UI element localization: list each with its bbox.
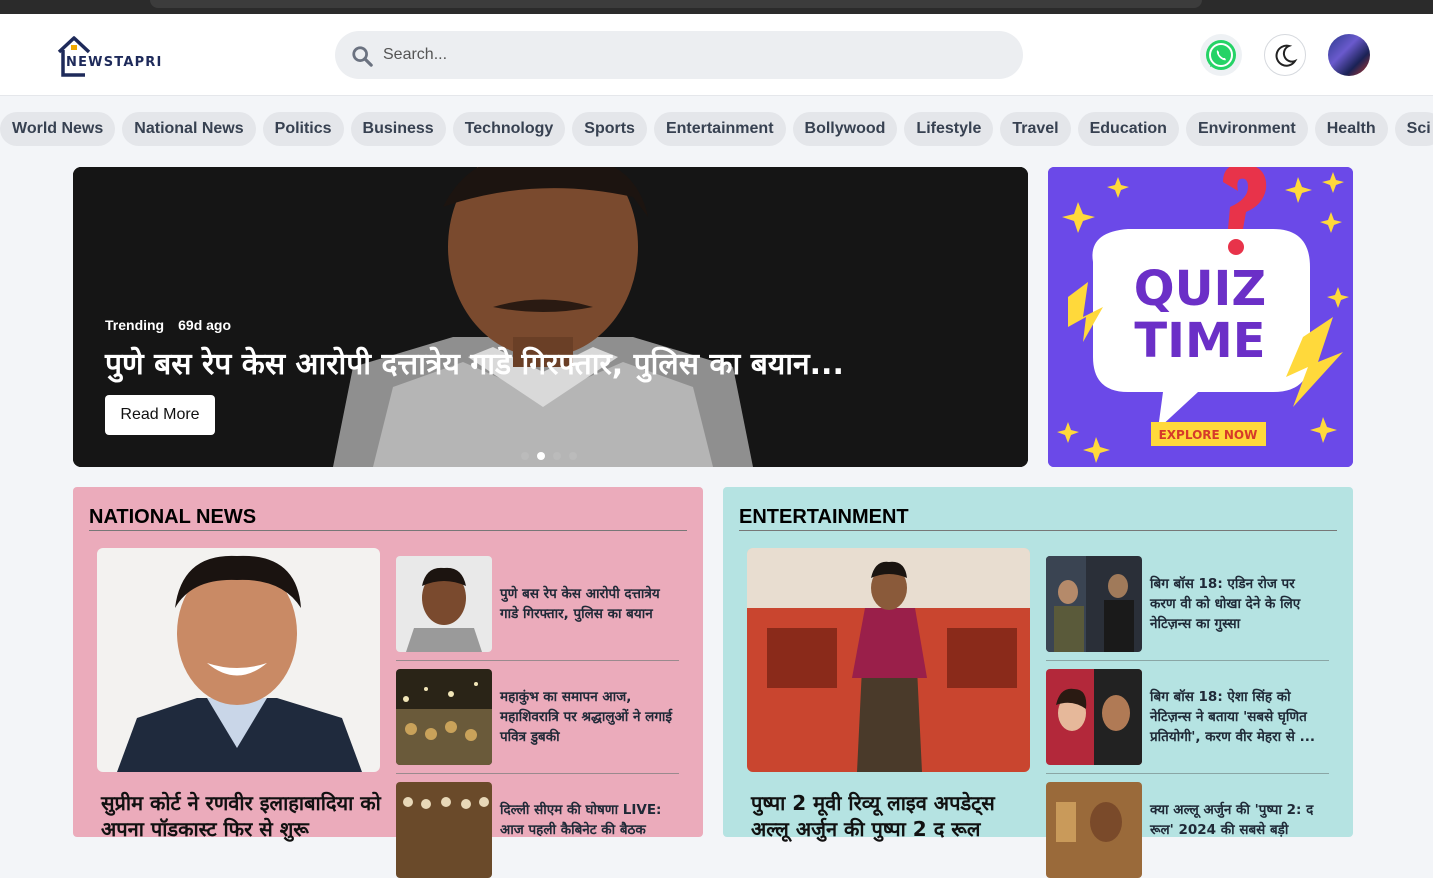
search-icon xyxy=(352,46,373,67)
section-heading: NATIONAL NEWS xyxy=(89,506,257,528)
category-environment[interactable]: Environment xyxy=(1185,112,1308,146)
list-item-thumbnail xyxy=(1046,782,1142,878)
slider-dot[interactable] xyxy=(569,452,577,460)
list-item-title: बिग बॉस 18: एडिन रोज पर करण वी को धोखा द… xyxy=(1150,576,1301,632)
national-news-section: NATIONAL NEWS सुप्रीम कोर्ट ने रणवीर इला… xyxy=(73,487,703,878)
category-business[interactable]: Business xyxy=(350,112,446,146)
category-politics[interactable]: Politics xyxy=(262,112,344,146)
category-technology[interactable]: Technology xyxy=(452,112,566,146)
national-main-image[interactable] xyxy=(97,548,380,772)
list-item[interactable]: बिग बॉस 18: ऐशा सिंह को नेटिज़न्स ने बता… xyxy=(1046,669,1329,765)
section-divider xyxy=(89,530,687,531)
category-national-news[interactable]: National News xyxy=(122,112,256,146)
hero-meta: Trending 69d ago xyxy=(105,317,231,333)
hero-slider[interactable]: Trending 69d ago पुणे बस रेप केस आरोपी दत… xyxy=(73,167,1028,467)
category-education[interactable]: Education xyxy=(1077,112,1179,146)
category-sports[interactable]: Sports xyxy=(572,112,647,146)
list-item-title: पुणे बस रेप केस आरोपी दत्तात्रेय गाडे गि… xyxy=(500,586,660,622)
slider-dot[interactable] xyxy=(553,452,561,460)
hero-title[interactable]: पुणे बस रेप केस आरोपी दत्तात्रेय गाडे गि… xyxy=(105,342,844,383)
quiz-line1: QUIZ xyxy=(1134,261,1266,317)
list-item-thumbnail xyxy=(1046,556,1142,652)
entertainment-main-image[interactable] xyxy=(747,548,1030,772)
category-lifestyle[interactable]: Lifestyle xyxy=(904,112,994,146)
list-divider xyxy=(396,660,679,661)
list-item[interactable]: क्या अल्लू अर्जुन की 'पुष्पा 2: द रूल' 2… xyxy=(1046,782,1329,878)
search-input[interactable] xyxy=(383,31,1003,79)
whatsapp-icon xyxy=(1206,40,1236,70)
site-header: NEWSTAPRI xyxy=(0,14,1433,96)
entertainment-main-title[interactable]: पुष्पा 2 मूवी रिव्यू लाइव अपडेट्स अल्लू … xyxy=(751,790,1031,842)
category-world-news[interactable]: World News xyxy=(0,112,116,146)
search-bar xyxy=(335,31,1023,79)
category-bollywood[interactable]: Bollywood xyxy=(792,112,898,146)
list-item[interactable]: महाकुंभ का समापन आज, महाशिवरात्रि पर श्र… xyxy=(396,669,679,765)
list-item-title: महाकुंभ का समापन आज, महाशिवरात्रि पर श्र… xyxy=(500,689,673,745)
list-item-thumbnail xyxy=(396,782,492,878)
whatsapp-button[interactable] xyxy=(1200,34,1242,76)
slider-dot[interactable] xyxy=(521,452,529,460)
category-entertainment[interactable]: Entertainment xyxy=(653,112,786,146)
category-travel[interactable]: Travel xyxy=(1000,112,1071,146)
browser-address-bar xyxy=(150,0,1202,8)
slider-dots xyxy=(521,447,585,465)
quiz-ad-banner[interactable]: QUIZ TIME EXPLORE NOW xyxy=(1048,167,1353,467)
list-item[interactable]: बिग बॉस 18: एडिन रोज पर करण वी को धोखा द… xyxy=(1046,556,1329,652)
dark-mode-toggle[interactable] xyxy=(1264,34,1306,76)
quiz-cta[interactable]: EXPLORE NOW xyxy=(1159,428,1258,442)
list-item[interactable]: दिल्ली सीएम की घोषणा LIVE: आज पहली कैबिन… xyxy=(396,782,679,878)
hero-time: 69d ago xyxy=(178,317,232,333)
section-divider xyxy=(739,530,1337,531)
list-item-thumbnail xyxy=(1046,669,1142,765)
quiz-ad-graphic: QUIZ TIME EXPLORE NOW xyxy=(1048,167,1353,467)
list-item-thumbnail xyxy=(396,669,492,765)
category-science[interactable]: Sci xyxy=(1394,112,1433,146)
list-divider xyxy=(1046,773,1329,774)
logo-text: NEWSTAPRI xyxy=(66,55,163,70)
entertainment-section: ENTERTAINMENT पुष्पा 2 मूवी रिव्यू लाइव … xyxy=(723,487,1353,878)
read-more-button[interactable]: Read More xyxy=(105,395,215,435)
category-health[interactable]: Health xyxy=(1314,112,1388,146)
list-item-title: दिल्ली सीएम की घोषणा LIVE: आज पहली कैबिन… xyxy=(500,802,662,838)
list-item-title: बिग बॉस 18: ऐशा सिंह को नेटिज़न्स ने बता… xyxy=(1150,689,1316,745)
list-item-title: क्या अल्लू अर्जुन की 'पुष्पा 2: द रूल' 2… xyxy=(1150,802,1314,838)
list-item[interactable]: पुणे बस रेप केस आरोपी दत्तात्रेय गाडे गि… xyxy=(396,556,679,652)
list-divider xyxy=(1046,660,1329,661)
avatar[interactable] xyxy=(1328,34,1370,76)
national-main-title[interactable]: सुप्रीम कोर्ट ने रणवीर इलाहाबादिया को अप… xyxy=(101,790,381,842)
list-item-thumbnail xyxy=(396,556,492,652)
moon-icon xyxy=(1275,44,1298,67)
browser-top-bar xyxy=(0,0,1433,14)
trending-badge: Trending xyxy=(105,317,165,333)
section-heading: ENTERTAINMENT xyxy=(739,506,909,528)
category-nav: World News National News Politics Business T… xyxy=(0,112,1433,148)
quiz-line2: TIME xyxy=(1134,313,1265,369)
list-divider xyxy=(396,773,679,774)
slider-dot-active[interactable] xyxy=(537,452,545,460)
